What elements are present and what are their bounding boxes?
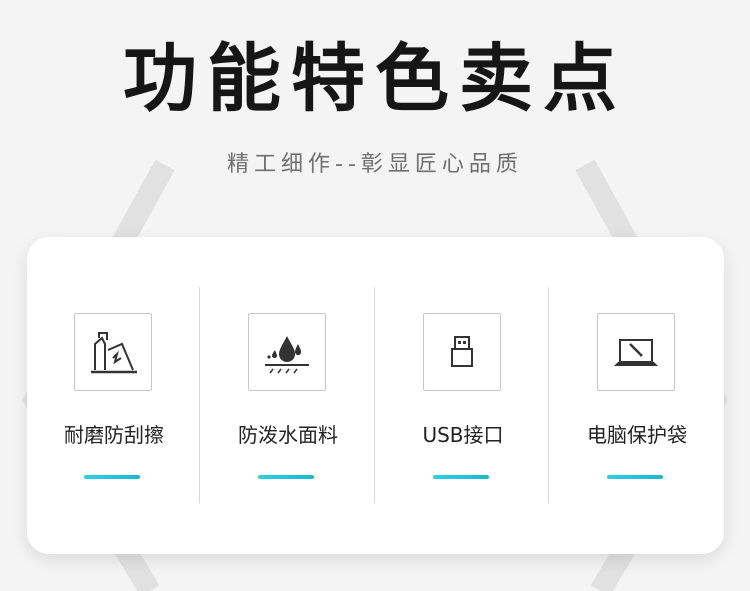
feature-label: 防泼水面料: [238, 423, 338, 447]
water-drop-icon: [248, 313, 326, 391]
feature-item-laptop: 电脑保护袋: [550, 237, 724, 554]
divider: [548, 287, 549, 503]
feature-item-waterproof: 防泼水面料: [201, 237, 375, 554]
laptop-icon: [597, 313, 675, 391]
scratch-resistant-icon: [74, 313, 152, 391]
feature-label: USB接口: [422, 423, 504, 447]
feature-label: 耐磨防刮擦: [64, 423, 164, 447]
divider: [374, 287, 375, 503]
feature-label: 电脑保护袋: [587, 423, 687, 447]
features-card: 耐磨防刮擦 防泼水面料 USB接口 电脑保护袋: [27, 237, 724, 554]
feature-item-scratch: 耐磨防刮擦: [27, 237, 201, 554]
divider: [199, 287, 200, 503]
accent-bar: [84, 475, 140, 479]
usb-connector-icon: [423, 313, 501, 391]
feature-item-usb: USB接口: [376, 237, 550, 554]
accent-bar: [433, 475, 489, 479]
page-title: 功能特色卖点: [123, 36, 627, 122]
page-subtitle: 精工细作--彰显匠心品质: [227, 152, 523, 177]
accent-bar: [607, 475, 663, 479]
accent-bar: [258, 475, 314, 479]
